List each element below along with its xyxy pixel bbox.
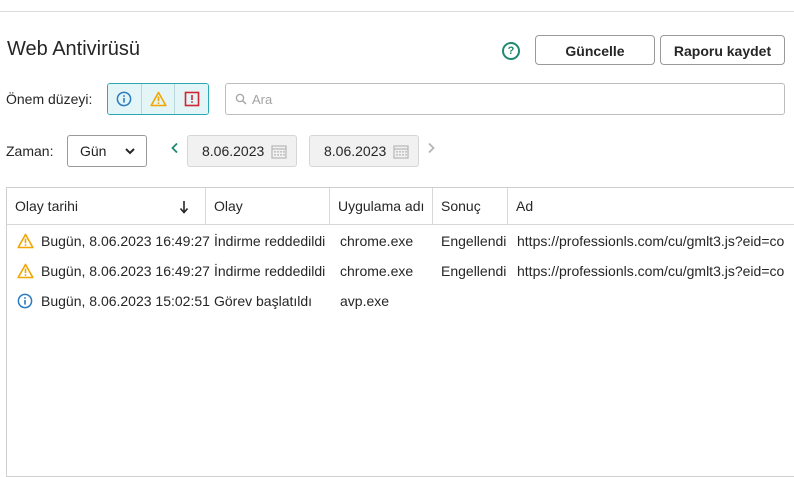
severity-warning-toggle[interactable] <box>140 84 175 114</box>
calendar-icon[interactable] <box>393 144 409 159</box>
warning-icon <box>17 263 34 279</box>
table-header: Olay tarihi Olay Uygulama adı Sonuç Ad <box>7 188 794 225</box>
cell-event-date: Bugün, 8.06.2023 16:49:27 <box>41 263 210 279</box>
severity-label: Önem düzeyi: <box>6 91 93 107</box>
chevron-left-icon <box>171 142 178 154</box>
search-icon <box>235 93 247 105</box>
cell-name: https://professionls.com/cu/gmlt3.js?eid… <box>517 233 785 249</box>
question-circle-icon[interactable]: ? <box>502 42 520 60</box>
warning-icon <box>149 91 167 107</box>
cell-app-name: chrome.exe <box>340 233 414 249</box>
severity-info-toggle[interactable] <box>108 84 141 114</box>
date-to-value: 8.06.2023 <box>324 143 387 159</box>
column-header-event[interactable]: Olay <box>205 188 329 224</box>
column-header-event-date[interactable]: Olay tarihi <box>7 188 205 224</box>
table-row[interactable]: Bugün, 8.06.2023 16:49:27 İndirme redded… <box>7 256 794 286</box>
severity-critical-toggle[interactable] <box>174 84 208 114</box>
cell-event-date: Bugün, 8.06.2023 16:49:27 <box>41 233 210 249</box>
cell-name: https://professionls.com/cu/gmlt3.js?eid… <box>517 263 785 279</box>
table-row[interactable]: Bugün, 8.06.2023 15:02:51 Görev başlatıl… <box>7 286 794 316</box>
critical-icon <box>184 91 199 107</box>
calendar-icon[interactable] <box>271 144 287 159</box>
info-icon <box>116 91 132 107</box>
cell-app-name: avp.exe <box>340 293 390 309</box>
save-report-button[interactable]: Raporu kaydet <box>660 35 785 65</box>
search-placeholder: Ara <box>252 91 273 107</box>
date-to-field[interactable]: 8.06.2023 <box>309 135 419 167</box>
cell-event-date: Bugün, 8.06.2023 15:02:51 <box>41 293 210 309</box>
page-title: Web Antivirüsü <box>7 38 141 60</box>
cell-event: Görev başlatıldı <box>214 293 313 309</box>
cell-app-name: chrome.exe <box>340 263 414 279</box>
column-header-app-name[interactable]: Uygulama adı <box>329 188 432 224</box>
period-value: Gün <box>80 143 107 159</box>
update-button[interactable]: Güncelle <box>535 35 655 65</box>
events-table: Olay tarihi Olay Uygulama adı Sonuç Ad B… <box>6 187 794 477</box>
info-icon <box>17 293 33 309</box>
column-header-name[interactable]: Ad <box>507 188 794 224</box>
cell-event: İndirme reddedildi <box>214 233 326 249</box>
chevron-down-icon <box>125 148 135 155</box>
next-period-button[interactable] <box>426 141 436 159</box>
time-label: Zaman: <box>6 143 54 159</box>
warning-icon <box>17 233 34 249</box>
column-header-result[interactable]: Sonuç <box>432 188 507 224</box>
table-row[interactable]: Bugün, 8.06.2023 16:49:27 İndirme redded… <box>7 226 794 256</box>
sort-descending-icon <box>179 188 189 224</box>
top-divider <box>0 11 794 12</box>
cell-result: Engellendi <box>441 233 507 249</box>
severity-filter <box>107 83 209 115</box>
cell-event: İndirme reddedildi <box>214 263 326 279</box>
period-select[interactable]: Gün <box>67 135 147 167</box>
date-from-field[interactable]: 8.06.2023 <box>187 135 297 167</box>
cell-result: Engellendi <box>441 263 507 279</box>
search-input[interactable]: Ara <box>225 83 785 115</box>
previous-period-button[interactable] <box>170 141 180 159</box>
date-from-value: 8.06.2023 <box>202 143 265 159</box>
chevron-right-icon <box>428 142 435 154</box>
